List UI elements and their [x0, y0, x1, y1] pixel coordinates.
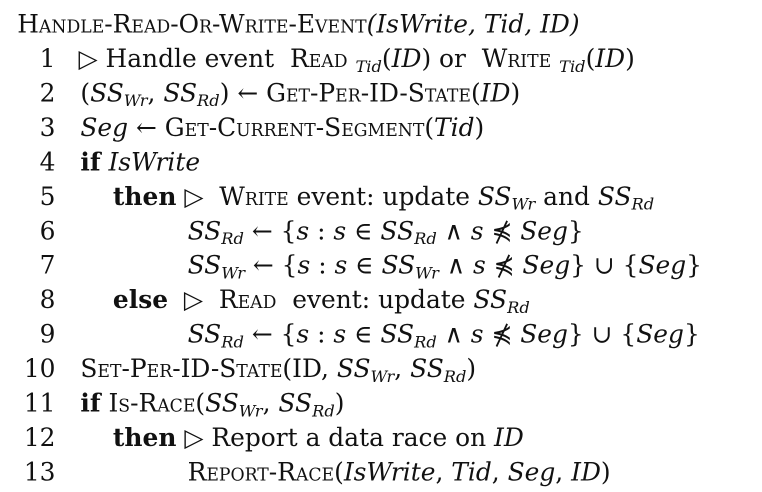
- line-number: 11: [23, 389, 56, 419]
- line-number: 7: [39, 251, 56, 281]
- line-code: then ▷ Write event: update SSWr and SSRd: [112, 182, 655, 215]
- line-number: 10: [23, 355, 56, 384]
- line-number: 3: [39, 113, 56, 143]
- line-number: 4: [39, 148, 56, 178]
- line-code: ▷ Handle event Read Tid(ID) or Write Tid…: [78, 44, 635, 77]
- line-code: Report-Race(IsWrite, Tid, Seg, ID): [187, 458, 611, 488]
- line-code: if IsWrite: [80, 148, 201, 178]
- line-code: SSRd ← {s : s ∈ SSRd ∧ s ⋠ Seg}: [187, 217, 584, 249]
- procedure-name: Handle-Read-Or-Write-Event: [17, 10, 367, 40]
- procedure-params: (IsWrite, Tid, ID): [366, 10, 580, 40]
- line-code: Seg ← Get-Current-Segment(Tid): [80, 113, 485, 143]
- line-number: 1: [39, 44, 56, 74]
- line-code: (SSWr, SSRd) ← Get-Per-ID-State(ID): [80, 79, 521, 112]
- line-number: 2: [39, 79, 56, 109]
- procedure-header: Handle-Read-Or-Write-Event(IsWrite, Tid,…: [17, 8, 579, 42]
- line-number: 6: [39, 217, 56, 246]
- line-code: SSRd ← {s : s ∈ SSRd ∧ s ⋠ Seg} ∪ {Seg}: [187, 320, 700, 353]
- line-number: 12: [23, 423, 56, 453]
- line-code: if Is-Race(SSWr, SSRd): [80, 389, 345, 422]
- line-code: Set-Per-ID-State(ID, SSWr, SSRd): [80, 355, 477, 387]
- line-code: then ▷ Report a data race on ID: [112, 423, 524, 453]
- line-number: 5: [39, 182, 56, 212]
- line-code: SSWr ← {s : s ∈ SSWr ∧ s ⋠ Seg} ∪ {Seg}: [187, 251, 703, 284]
- line-code: else ▷ Read event: update SSRd: [112, 286, 530, 318]
- line-number: 9: [39, 320, 56, 350]
- algorithm-listing: Handle-Read-Or-Write-Event(IsWrite, Tid,…: [0, 0, 729, 488]
- line-number: 8: [39, 286, 56, 315]
- line-number: 13: [23, 458, 56, 488]
